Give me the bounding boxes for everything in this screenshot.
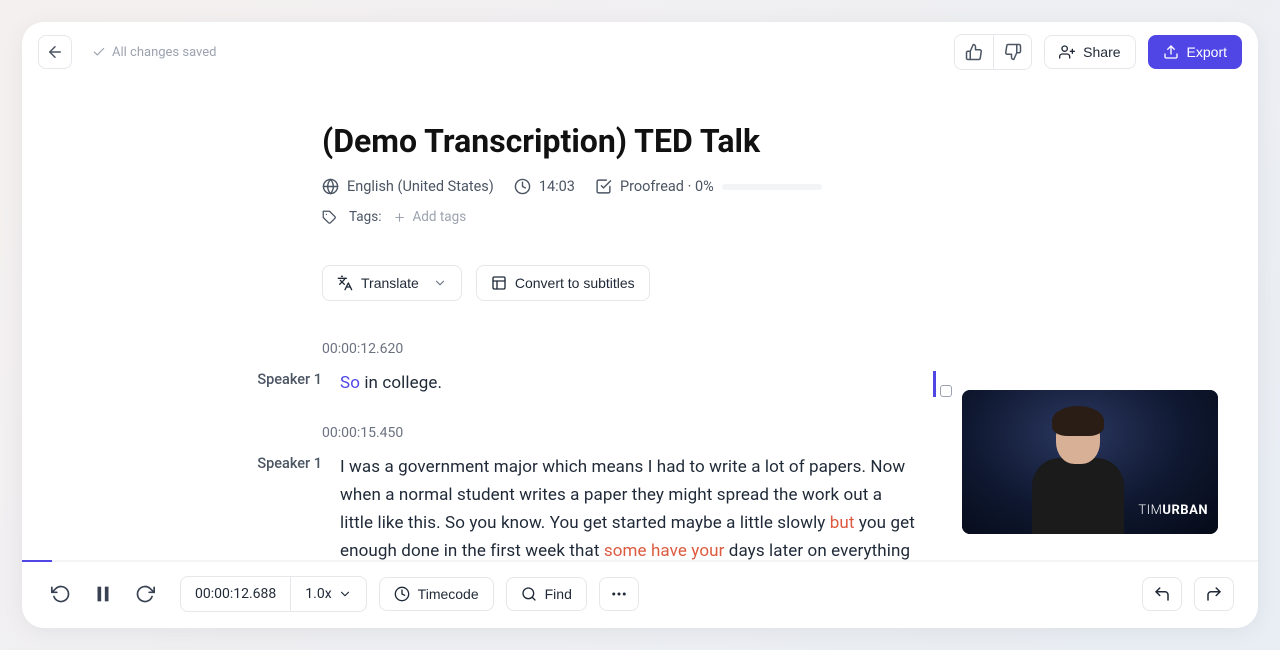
playback-cursor-marker — [933, 371, 936, 397]
segment-text[interactable]: So in college. — [340, 369, 442, 397]
find-label: Find — [545, 586, 572, 602]
check-square-icon — [595, 178, 612, 195]
thumbs-up-button[interactable] — [955, 35, 993, 69]
video-caption: TIMURBAN — [1138, 503, 1208, 518]
search-icon — [521, 586, 537, 602]
rewind-icon — [51, 584, 71, 604]
pause-button[interactable] — [88, 579, 118, 609]
segment-text[interactable]: I was a government major which means I h… — [340, 453, 918, 560]
undo-icon — [1153, 585, 1171, 603]
export-label: Export — [1187, 44, 1227, 60]
current-time-value: 00:00:12.688 — [195, 586, 276, 602]
language-meta[interactable]: English (United States) — [322, 178, 494, 195]
segment-time[interactable]: 00:00:15.450 — [322, 425, 918, 441]
convert-subtitles-label: Convert to subtitles — [515, 275, 635, 291]
speed-selector[interactable]: 1.0x — [290, 577, 365, 611]
playbar: 00:00:12.688 1.0x Timecode Find — [22, 562, 1258, 628]
timecode-button[interactable]: Timecode — [379, 577, 494, 611]
subtitles-icon — [491, 275, 507, 291]
playback-progress-fill — [22, 560, 52, 562]
document-title[interactable]: (Demo Transcription) TED Talk — [322, 122, 918, 160]
segment-time[interactable]: 00:00:12.620 — [322, 341, 918, 357]
top-bar: All changes saved Share Export — [22, 22, 1258, 82]
tags-row: Tags: Add tags — [322, 209, 918, 225]
segment-speaker[interactable]: Speaker 1 — [242, 453, 322, 472]
tag-icon — [322, 210, 337, 225]
vote-group — [954, 34, 1032, 70]
segment-select-box[interactable] — [940, 385, 952, 397]
playback-progress-track[interactable] — [22, 560, 1258, 562]
playbar-container: 00:00:12.688 1.0x Timecode Find — [22, 560, 1258, 628]
translate-icon — [337, 275, 353, 291]
text-run: but — [830, 513, 855, 533]
video-thumbnail[interactable]: TIMURBAN — [962, 390, 1218, 534]
proofread-label: Proofread · 0% — [620, 178, 714, 195]
timecode-label: Timecode — [418, 586, 479, 602]
clock-icon — [394, 586, 410, 602]
export-icon — [1163, 44, 1179, 60]
thumbs-up-icon — [965, 43, 983, 61]
text-run: So — [340, 373, 360, 393]
add-tags-label: Add tags — [412, 209, 466, 225]
speaker-firstname: TIM — [1138, 503, 1162, 518]
user-plus-icon — [1059, 44, 1075, 60]
add-tags-button[interactable]: Add tags — [393, 209, 466, 225]
meta-row: English (United States) 14:03 Proofread … — [322, 178, 918, 195]
speaker-lastname: URBAN — [1162, 503, 1208, 518]
current-time-display[interactable]: 00:00:12.688 — [181, 577, 290, 611]
redo-icon — [1205, 585, 1223, 603]
convert-subtitles-button[interactable]: Convert to subtitles — [476, 265, 650, 301]
text-run: some have your — [604, 541, 725, 560]
redo-button[interactable] — [1194, 577, 1234, 611]
plus-icon — [393, 211, 406, 224]
find-button[interactable]: Find — [506, 577, 587, 611]
action-row: Translate Convert to subtitles — [322, 265, 918, 301]
globe-icon — [322, 178, 339, 195]
forward-icon — [135, 584, 155, 604]
back-button[interactable] — [38, 35, 72, 69]
thumbs-down-button[interactable] — [993, 35, 1031, 69]
export-button[interactable]: Export — [1148, 35, 1242, 69]
duration-label: 14:03 — [539, 178, 575, 195]
share-button[interactable]: Share — [1044, 35, 1135, 69]
language-label: English (United States) — [347, 178, 494, 195]
chevron-down-icon — [433, 276, 447, 290]
text-run: in college. — [360, 373, 442, 393]
transcript-segments: 00:00:12.620Speaker 1So in college.00:00… — [322, 341, 918, 560]
text-run: days later on everything — [724, 541, 910, 560]
undo-button[interactable] — [1142, 577, 1182, 611]
chevron-down-icon — [338, 587, 352, 601]
save-status: All changes saved — [92, 45, 217, 60]
more-horizontal-icon — [610, 585, 628, 603]
more-button[interactable] — [599, 577, 639, 611]
tags-label: Tags: — [349, 209, 381, 225]
rewind-button[interactable] — [46, 579, 76, 609]
thumbs-down-icon — [1004, 43, 1022, 61]
forward-button[interactable] — [130, 579, 160, 609]
speed-value: 1.0x — [305, 586, 331, 602]
save-status-label: All changes saved — [112, 45, 217, 60]
proofread-meta: Proofread · 0% — [595, 178, 822, 195]
app-window: All changes saved Share Export ( — [22, 22, 1258, 628]
pause-icon — [92, 583, 114, 605]
segment-speaker[interactable]: Speaker 1 — [242, 369, 322, 388]
clock-icon — [514, 178, 531, 195]
transcript-segment: 00:00:12.620Speaker 1So in college. — [322, 341, 918, 397]
transcript-segment: 00:00:15.450Speaker 1I was a government … — [322, 425, 918, 560]
duration-meta: 14:03 — [514, 178, 575, 195]
time-speed-group: 00:00:12.688 1.0x — [180, 576, 367, 612]
translate-button[interactable]: Translate — [322, 265, 462, 301]
translate-label: Translate — [361, 275, 419, 291]
text-run: I was a government major which means I h… — [340, 457, 905, 533]
check-icon — [92, 45, 106, 59]
share-label: Share — [1083, 44, 1120, 60]
proofread-progress — [722, 184, 822, 190]
